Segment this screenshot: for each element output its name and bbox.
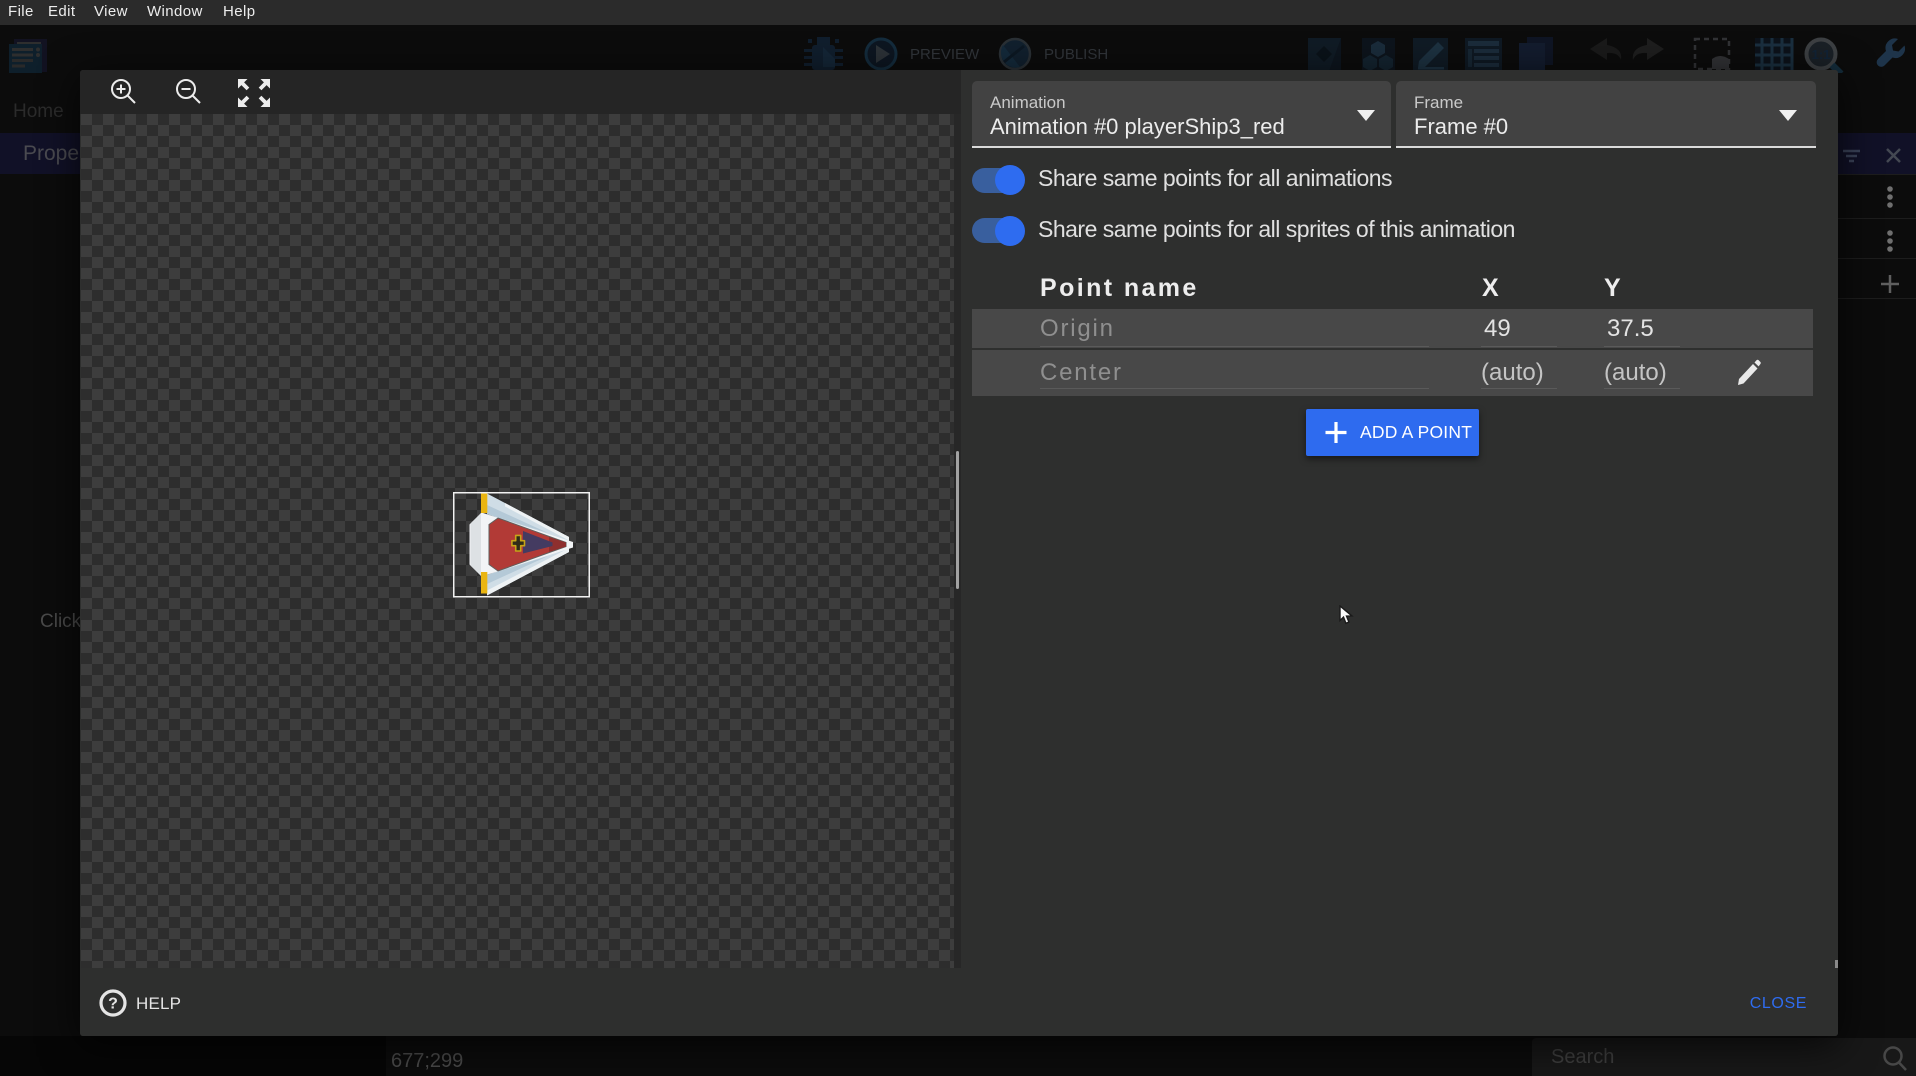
svg-text:?: ? (108, 996, 118, 1013)
svg-text:PUBLISH: PUBLISH (1044, 46, 1108, 63)
svg-text:1:1: 1:1 (1812, 47, 1831, 62)
svg-text:PREVIEW: PREVIEW (910, 46, 980, 63)
